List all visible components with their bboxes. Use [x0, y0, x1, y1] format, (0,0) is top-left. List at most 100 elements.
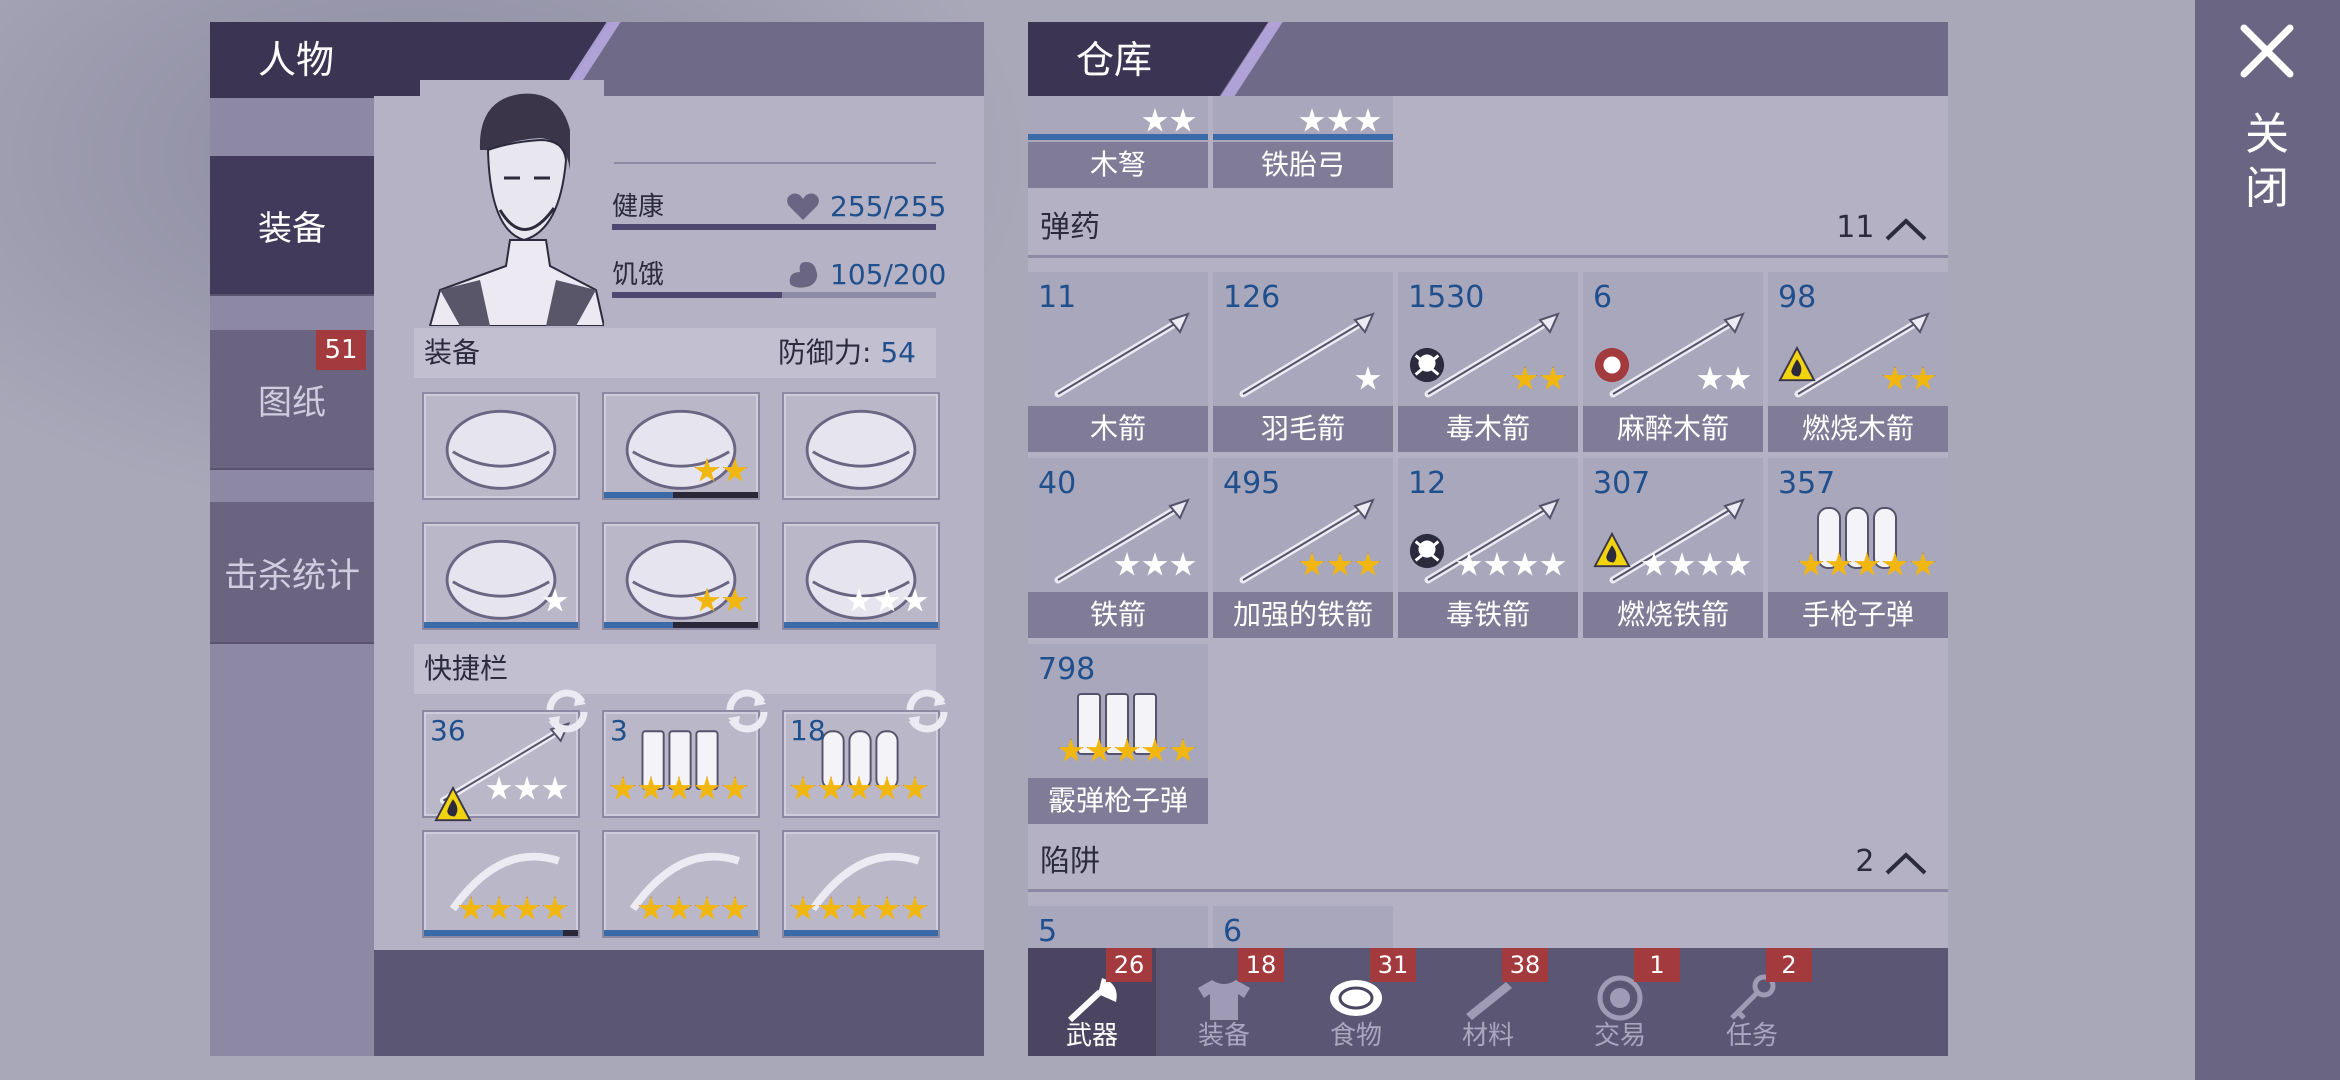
gold-star-icon	[1170, 738, 1196, 762]
star-rating	[1456, 552, 1566, 578]
equipment-slot[interactable]	[422, 522, 580, 630]
white-star-icon	[1512, 552, 1538, 576]
traps-count-toggle[interactable]: 2	[1855, 832, 1928, 892]
star-rating	[1641, 552, 1751, 578]
durability-bar	[784, 622, 938, 628]
item-name: 毒木箭	[1398, 406, 1578, 452]
white-star-icon	[1327, 108, 1353, 132]
jacket-icon	[805, 409, 917, 490]
trap-item[interactable]: 6	[1213, 906, 1393, 949]
swap-icon[interactable]	[900, 684, 954, 738]
character-panel-footer	[374, 950, 984, 1056]
equipment-slot[interactable]	[782, 522, 940, 630]
white-star-icon	[1142, 552, 1168, 576]
category-tab-axe[interactable]: 26 武器	[1028, 948, 1156, 1056]
side-tab-equipment[interactable]: 装备	[210, 156, 374, 296]
white-star-icon	[1170, 108, 1196, 132]
ammo-label: 弹药	[1040, 210, 1100, 245]
star-rating	[1114, 552, 1196, 578]
equipment-slot[interactable]	[422, 392, 580, 500]
swap-icon[interactable]	[720, 684, 774, 738]
item-name: 木箭	[1028, 406, 1208, 452]
close-icon[interactable]	[2238, 22, 2296, 80]
arrow-icon	[1239, 498, 1375, 584]
side-tab-label: 击杀统计	[224, 555, 360, 596]
defense-label: 防御力:	[778, 336, 872, 369]
star-rating	[1512, 366, 1566, 392]
close-label[interactable]: 关闭	[2244, 108, 2290, 216]
item-name: 木弩	[1028, 142, 1208, 188]
item-count: 307	[1593, 466, 1651, 501]
ammo-category-header[interactable]: 弹药 11	[1028, 198, 1948, 258]
star-rating	[1058, 738, 1196, 764]
item-count: 798	[1038, 652, 1096, 687]
category-tab-wood[interactable]: 38 材料	[1424, 948, 1552, 1056]
traps-category-header[interactable]: 陷阱 2	[1028, 832, 1948, 892]
ammo-item[interactable]: 798 霰弹枪子弹	[1028, 644, 1208, 824]
durability-bar	[604, 622, 674, 628]
ammo-item[interactable]: 6 麻醉木箭	[1583, 272, 1763, 452]
gold-star-icon	[846, 896, 872, 920]
trap-item[interactable]: 5	[1028, 906, 1208, 949]
ammo-count: 11	[1836, 210, 1875, 245]
ammo-item[interactable]: 495 加强的铁箭	[1213, 458, 1393, 638]
white-star-icon	[486, 776, 512, 800]
equipment-slot[interactable]	[602, 392, 760, 500]
swap-icon[interactable]	[540, 684, 594, 738]
gold-star-icon	[1540, 366, 1566, 390]
ammo-item[interactable]: 40 铁箭	[1028, 458, 1208, 638]
tab-label: 食物	[1329, 1021, 1382, 1051]
tab-badge: 26	[1106, 948, 1152, 982]
quickbar-slot[interactable]	[602, 830, 760, 938]
quickbar-slot[interactable]	[782, 830, 940, 938]
gold-star-icon	[1327, 552, 1353, 576]
equipment-slot[interactable]	[782, 392, 940, 500]
item-count: 12	[1408, 466, 1447, 501]
white-star-icon	[1484, 552, 1510, 576]
ammo-item[interactable]: 98 燃烧木箭	[1768, 272, 1948, 452]
weapon-item[interactable]: 木弩	[1028, 96, 1208, 188]
category-tab-key[interactable]: 2 任务	[1688, 948, 1816, 1056]
gold-star-icon	[1882, 366, 1908, 390]
tab-label: 任务	[1725, 1021, 1778, 1051]
item-name: 加强的铁箭	[1213, 592, 1393, 638]
ammo-item[interactable]: 126 羽毛箭	[1213, 272, 1393, 452]
arrow-icon	[1054, 498, 1190, 584]
category-tab-meat[interactable]: 31 食物	[1292, 948, 1420, 1056]
gold-star-icon	[874, 896, 900, 920]
hunger-label: 饥饿	[612, 260, 665, 290]
defense-value: 54	[880, 336, 916, 369]
star-rating	[790, 896, 928, 922]
gold-star-icon	[902, 896, 928, 920]
gold-star-icon	[1299, 552, 1325, 576]
item-count: 495	[1223, 466, 1281, 501]
ammo-item[interactable]: 357 手枪子弹	[1768, 458, 1948, 638]
gold-star-icon	[722, 458, 748, 482]
arrow-icon	[1054, 312, 1190, 398]
white-star-icon	[1456, 552, 1482, 576]
gold-star-icon	[486, 896, 512, 920]
side-tab-kill-stats[interactable]: 击杀统计	[210, 502, 374, 644]
side-tab-label: 图纸	[258, 382, 326, 423]
white-star-icon	[1669, 552, 1695, 576]
category-tab-shirt[interactable]: 18 装备	[1160, 948, 1288, 1056]
ammo-item[interactable]: 12 毒铁箭	[1398, 458, 1578, 638]
ammo-count-toggle[interactable]: 11	[1836, 198, 1928, 258]
ammo-item[interactable]: 307 燃烧铁箭	[1583, 458, 1763, 638]
white-star-icon	[1299, 108, 1325, 132]
equipment-slot[interactable]	[602, 522, 760, 630]
gold-star-icon	[1826, 552, 1852, 576]
gold-star-icon	[1910, 552, 1936, 576]
ammo-item[interactable]: 11 木箭	[1028, 272, 1208, 452]
white-star-icon	[1641, 552, 1667, 576]
category-tab-coin[interactable]: 1 交易	[1556, 948, 1684, 1056]
gold-star-icon	[722, 896, 748, 920]
hunger-value: 105/200	[830, 258, 947, 291]
item-count: 36	[430, 714, 466, 747]
weapon-item[interactable]: 铁胎弓	[1213, 96, 1393, 188]
item-count: 3	[610, 714, 628, 747]
gold-star-icon	[1854, 552, 1880, 576]
quickbar-slot[interactable]	[422, 830, 580, 938]
gold-star-icon	[514, 896, 540, 920]
ammo-item[interactable]: 1530 毒木箭	[1398, 272, 1578, 452]
